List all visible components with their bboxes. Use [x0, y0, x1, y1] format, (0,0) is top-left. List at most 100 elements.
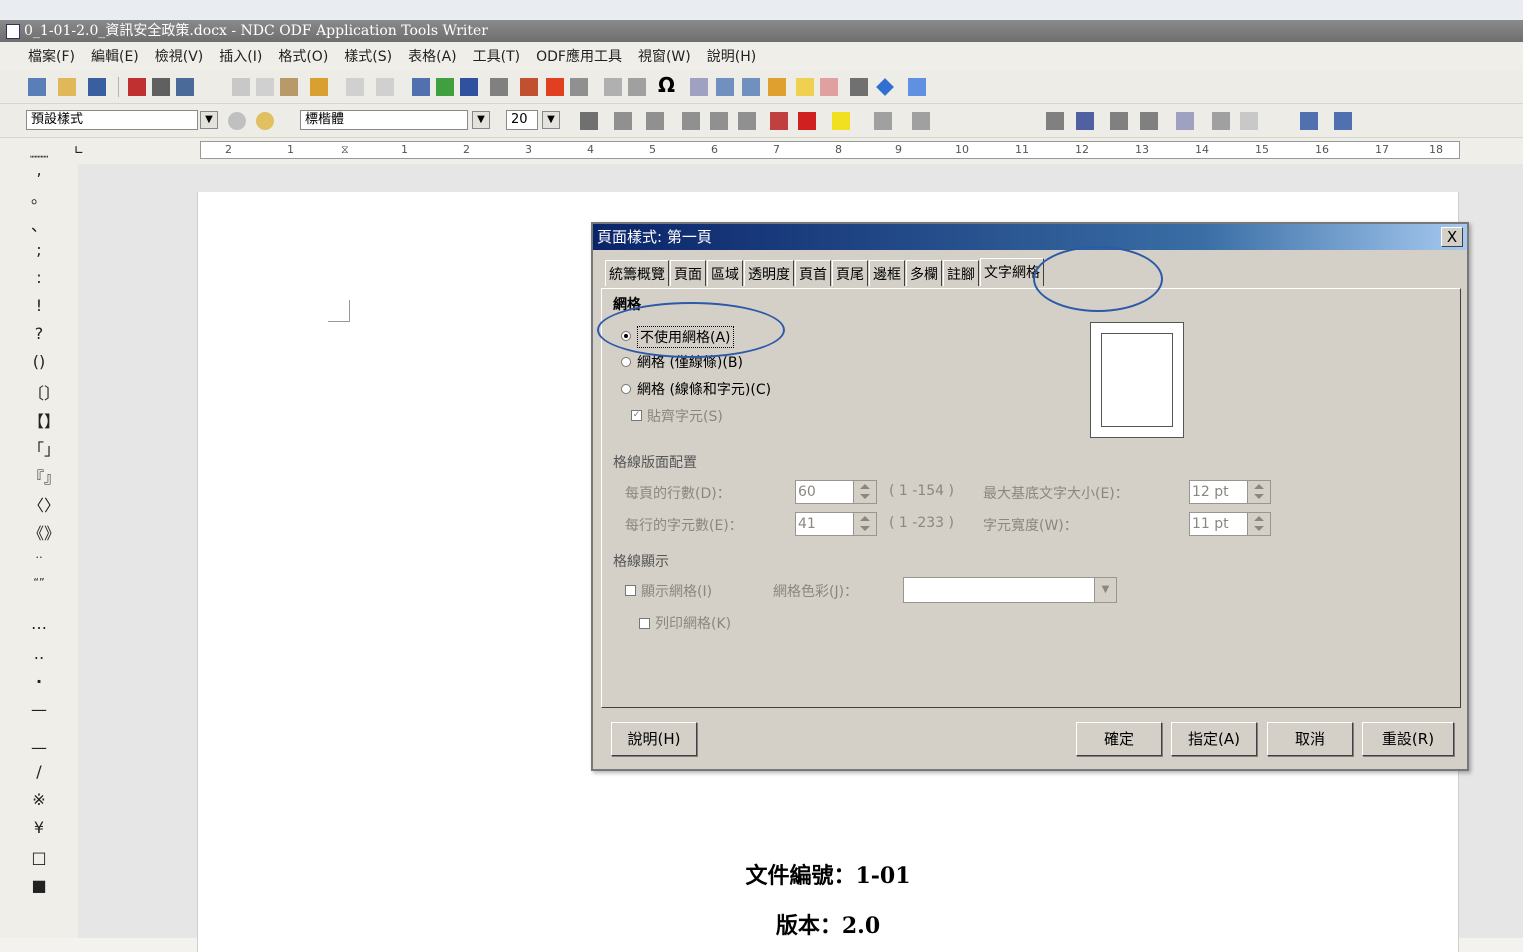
- snap-chars-checkbox[interactable]: ✓: [631, 410, 642, 421]
- help-button[interactable]: 說明(H): [611, 722, 697, 756]
- page-break-icon[interactable]: [604, 78, 622, 96]
- track-changes-icon[interactable]: [820, 78, 838, 96]
- basic-shapes-icon[interactable]: [876, 78, 894, 96]
- punctuation-button[interactable]: 「」: [28, 436, 60, 460]
- apply-button[interactable]: 指定(A): [1171, 722, 1257, 756]
- punctuation-button[interactable]: ·: [28, 672, 50, 691]
- tab-transparency[interactable]: 透明度: [744, 260, 794, 286]
- new-style-icon[interactable]: [256, 112, 274, 130]
- punctuation-button[interactable]: ?: [28, 324, 50, 343]
- insert-table-icon[interactable]: [490, 78, 508, 96]
- spinner-arrows-icon[interactable]: [853, 513, 876, 535]
- justify-icon[interactable]: [1140, 112, 1158, 130]
- menu-view[interactable]: 檢視(V): [147, 46, 212, 66]
- insert-field-icon[interactable]: [628, 78, 646, 96]
- punctuation-button[interactable]: 『』: [28, 464, 60, 488]
- tab-footnote[interactable]: 註腳: [943, 260, 979, 286]
- menu-insert[interactable]: 插入(I): [211, 46, 270, 66]
- menu-table[interactable]: 表格(A): [400, 46, 465, 66]
- paragraph-style-combo[interactable]: 預設樣式: [26, 110, 198, 130]
- punctuation-button[interactable]: —: [28, 700, 50, 719]
- punctuation-button[interactable]: 、: [28, 212, 50, 236]
- draw-functions-icon[interactable]: [908, 78, 926, 96]
- save-icon[interactable]: [88, 78, 106, 96]
- print-icon[interactable]: [152, 78, 170, 96]
- ok-button[interactable]: 確定: [1076, 722, 1162, 756]
- find-replace-icon[interactable]: [412, 78, 430, 96]
- print-preview-icon[interactable]: [176, 78, 194, 96]
- punctuation-button[interactable]: /: [28, 762, 50, 781]
- punctuation-button[interactable]: ,: [28, 160, 50, 179]
- font-name-combo[interactable]: 標楷體: [300, 110, 468, 130]
- punctuation-button[interactable]: ‥: [28, 548, 50, 561]
- line-icon[interactable]: [850, 78, 868, 96]
- punctuation-button[interactable]: ※: [28, 790, 50, 809]
- comment-icon[interactable]: [796, 78, 814, 96]
- chevron-down-icon[interactable]: ▼: [200, 111, 218, 129]
- bookmark-icon[interactable]: [768, 78, 786, 96]
- menu-file[interactable]: 檔案(F): [20, 46, 83, 66]
- menu-edit[interactable]: 編輯(E): [83, 46, 147, 66]
- insert-chart-icon[interactable]: [546, 78, 564, 96]
- punctuation-button[interactable]: “”: [28, 576, 50, 589]
- tab-area[interactable]: 區域: [707, 260, 743, 286]
- new-document-icon[interactable]: [28, 78, 46, 96]
- chevron-down-icon[interactable]: ▼: [472, 111, 490, 129]
- redo-icon[interactable]: [376, 78, 394, 96]
- menu-help[interactable]: 說明(H): [699, 46, 764, 66]
- spinner-arrows-icon[interactable]: [1247, 481, 1270, 503]
- show-grid-checkbox[interactable]: [625, 585, 636, 596]
- menu-styles[interactable]: 樣式(S): [336, 46, 400, 66]
- open-folder-icon[interactable]: [58, 78, 76, 96]
- font-size-combo[interactable]: 20: [506, 110, 538, 130]
- special-character-icon[interactable]: Ω: [658, 75, 676, 95]
- tab-borders[interactable]: 邊框: [869, 260, 905, 286]
- italic-icon[interactable]: [614, 112, 632, 130]
- grid-color-select[interactable]: ▼: [903, 577, 1117, 603]
- font-color-icon[interactable]: [798, 112, 816, 130]
- decrease-indent-icon[interactable]: [1240, 112, 1258, 130]
- insert-textbox-icon[interactable]: [570, 78, 588, 96]
- menu-window[interactable]: 視窗(W): [630, 46, 699, 66]
- superscript-icon[interactable]: [710, 112, 728, 130]
- export-pdf-icon[interactable]: [128, 78, 146, 96]
- footnote-icon[interactable]: [716, 78, 734, 96]
- punctuation-button[interactable]: 。: [28, 184, 50, 208]
- chevron-down-icon[interactable]: ▼: [542, 111, 560, 129]
- bullets-icon[interactable]: [874, 112, 892, 130]
- menu-odf-tools[interactable]: ODF應用工具: [528, 46, 630, 66]
- formatting-marks-icon[interactable]: [460, 78, 478, 96]
- strikethrough-icon[interactable]: [682, 112, 700, 130]
- insert-image-icon[interactable]: [520, 78, 538, 96]
- align-left-icon[interactable]: [1046, 112, 1064, 130]
- punctuation-button[interactable]: !: [28, 296, 50, 315]
- increase-indent-icon[interactable]: [1212, 112, 1230, 130]
- clone-formatting-icon[interactable]: [310, 78, 328, 96]
- increase-paragraph-spacing-icon[interactable]: [1300, 112, 1318, 130]
- char-width-spinner[interactable]: 11 pt: [1189, 512, 1271, 536]
- hyperlink-icon[interactable]: [690, 78, 708, 96]
- align-right-icon[interactable]: [1110, 112, 1128, 130]
- tab-stop-selector[interactable]: ∟: [74, 143, 84, 157]
- punctuation-button[interactable]: (): [28, 352, 50, 371]
- cut-icon[interactable]: [232, 78, 250, 96]
- paste-icon[interactable]: [280, 78, 298, 96]
- punctuation-button[interactable]: ‥: [28, 644, 50, 663]
- punctuation-button[interactable]: ¥: [28, 818, 50, 837]
- numbering-icon[interactable]: [912, 112, 930, 130]
- update-style-icon[interactable]: [228, 112, 246, 130]
- chars-per-line-spinner[interactable]: 41: [795, 512, 877, 536]
- subscript-icon[interactable]: [738, 112, 756, 130]
- punctuation-button[interactable]: 〈〉: [28, 492, 60, 516]
- reset-button[interactable]: 重設(R): [1362, 722, 1454, 756]
- close-icon[interactable]: X: [1441, 227, 1463, 247]
- indent-marker-icon[interactable]: ⧖: [341, 143, 349, 157]
- copy-icon[interactable]: [256, 78, 274, 96]
- punctuation-button[interactable]: ;: [28, 240, 50, 259]
- punctuation-button[interactable]: ■: [28, 876, 50, 895]
- menu-format[interactable]: 格式(O): [270, 46, 336, 66]
- punctuation-button[interactable]: 【】: [28, 408, 60, 432]
- punctuation-button[interactable]: …: [28, 614, 50, 633]
- underline-icon[interactable]: [646, 112, 664, 130]
- clear-formatting-icon[interactable]: [770, 112, 788, 130]
